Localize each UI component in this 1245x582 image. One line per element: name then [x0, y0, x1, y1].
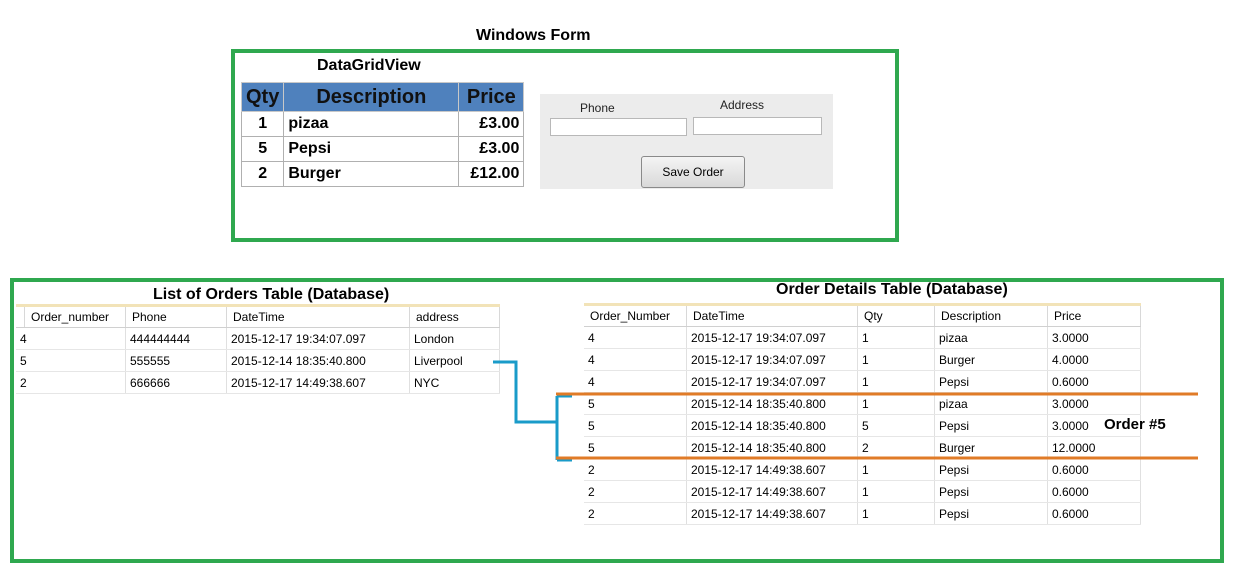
order-link-connector [493, 360, 557, 424]
annotation-lines [493, 360, 1198, 462]
